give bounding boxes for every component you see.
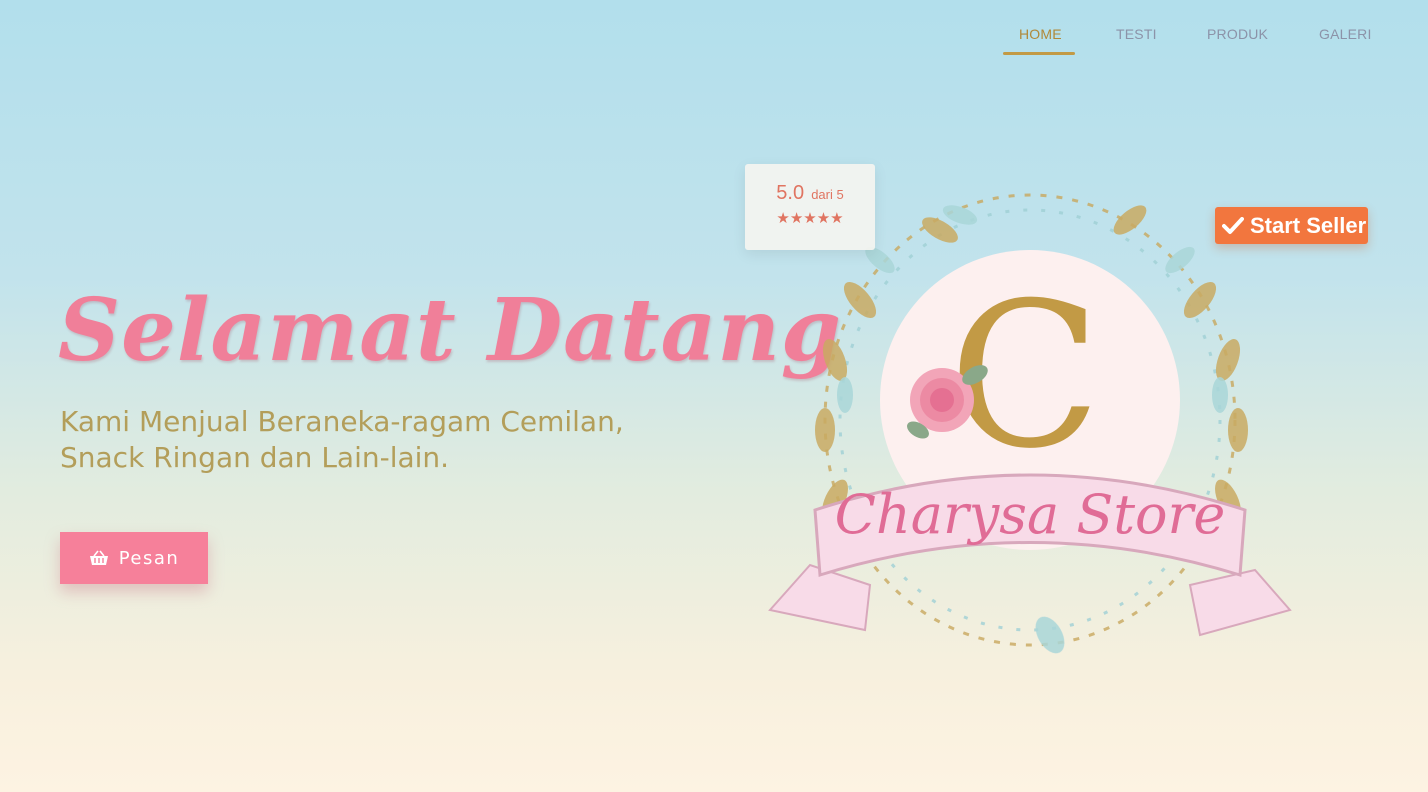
badge-label: Start Seller [1250, 212, 1367, 238]
logo-name: Charysa Store [835, 483, 1226, 546]
nav-item-galeri[interactable]: GALERI [1319, 26, 1372, 42]
hero-title: Selamat Datang [58, 280, 843, 381]
order-button[interactable]: Pesan [60, 532, 208, 584]
star-rating: ★★★★★ [776, 209, 844, 227]
order-button-label: Pesan [118, 547, 180, 569]
charysa-store-logo: C Charysa Store [768, 193, 1292, 654]
check-icon [1222, 216, 1244, 234]
nav-item-home[interactable]: HOME [1019, 26, 1062, 42]
rating-card: 5.0 dari 5 ★★★★★ [745, 164, 875, 250]
start-seller-badge: Start Seller [1215, 207, 1368, 244]
basket-icon [89, 550, 108, 565]
hero-subtitle: Kami Menjual Beraneka-ragam Cemilan, Sna… [60, 405, 624, 474]
top-nav: HOME TESTI PRODUK GALERI [0, 0, 1428, 70]
nav-item-testi[interactable]: TESTI [1116, 26, 1157, 42]
rating-value: 5.0 [776, 182, 805, 204]
rating-suffix: dari 5 [811, 187, 844, 202]
nav-item-produk[interactable]: PRODUK [1207, 26, 1268, 42]
active-nav-indicator [1003, 52, 1075, 55]
